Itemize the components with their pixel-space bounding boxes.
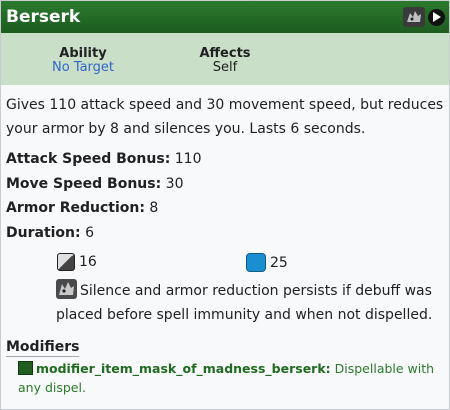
play-icon[interactable] [428,8,445,26]
stat-attack-speed: Attack Speed Bonus: 110 [6,147,444,172]
berserk-ability-icon[interactable] [403,7,425,27]
stat-armor-reduction: Armor Reduction: 8 [6,196,444,221]
stat-label: Armor Reduction: [6,200,145,216]
stat-move-speed: Move Speed Bonus: 30 [6,172,444,197]
ability-type-label: Ability [59,46,107,61]
header-icons [403,7,445,27]
ability-description: Gives 110 attack speed and 30 movement s… [6,97,444,137]
modifier-icon [18,361,33,375]
ability-stats: Attack Speed Bonus: 110 Move Speed Bonus… [1,141,449,245]
mana-value: 25 [270,254,288,271]
ability-card: Berserk Ability No Target Affects Self G… [0,0,450,410]
berserk-note-icon [56,279,77,299]
affects-value: Self [212,60,238,75]
affects-label: Affects [199,46,251,61]
stat-label: Duration: [6,224,81,241]
stat-duration: Duration: 6 [6,221,444,246]
stat-value: 30 [165,175,184,192]
cooldown: 16 [57,253,97,271]
mana-icon [246,253,266,272]
modifiers-heading: Modifiers [6,339,80,357]
stat-label: Attack Speed Bonus: [6,151,171,167]
ability-title: Berserk [6,7,81,27]
stat-value: 110 [174,151,202,167]
stat-value: 8 [149,200,159,216]
modifier-name: modifier_item_mask_of_madness_berserk: [36,361,331,376]
note-text: Silence and armor reduction persists if … [56,283,433,323]
mana-cost: 25 [246,253,288,272]
ability-affects: Affects Self [155,47,295,75]
ability-costs: 16 25 [1,249,449,275]
cooldown-value: 16 [79,254,97,270]
ability-header: Berserk [1,1,449,33]
ability-info-band: Ability No Target Affects Self [1,33,449,85]
modifier-item: modifier_item_mask_of_madness_berserk: D… [6,357,444,397]
ability-note: Silence and armor reduction persists if … [1,275,449,327]
ability-type: Ability No Target [13,47,153,75]
stat-label: Move Speed Bonus: [6,175,162,192]
ability-type-value[interactable]: No Target [13,61,153,75]
modifiers-section: Modifiers modifier_item_mask_of_madness_… [1,327,449,397]
cooldown-icon [57,253,75,271]
stat-value: 6 [85,224,94,241]
